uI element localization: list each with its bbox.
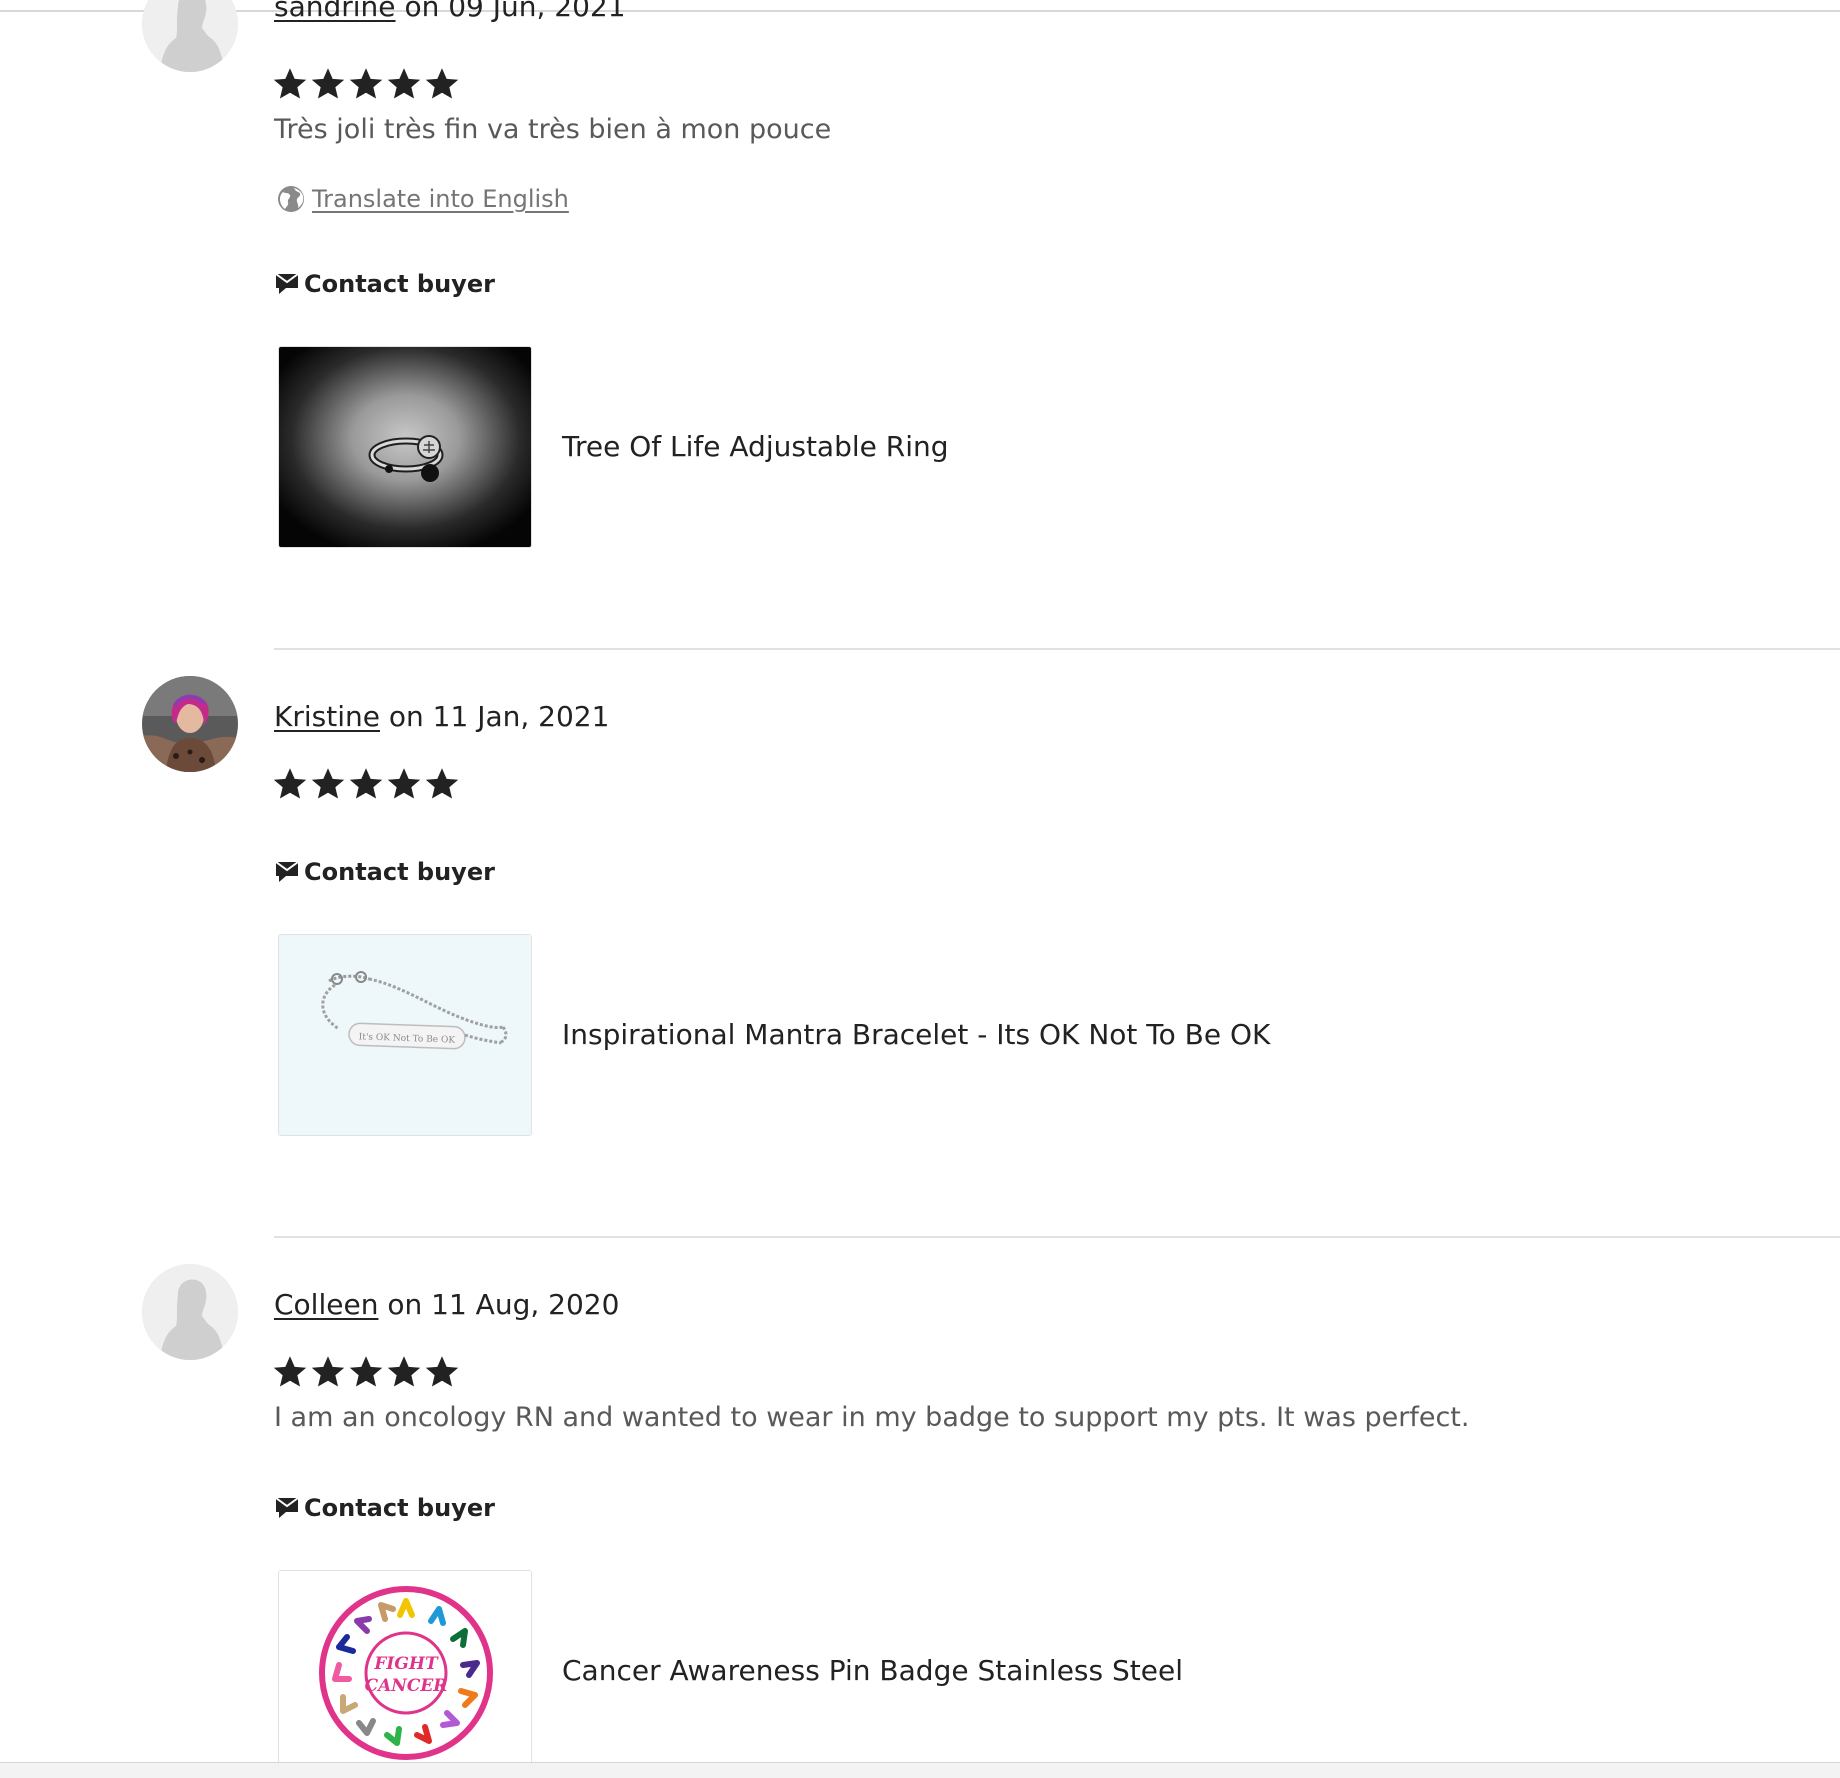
review-date: on 11 Jan, 2021 xyxy=(388,700,610,733)
default-avatar-icon xyxy=(142,0,238,72)
star-icon xyxy=(349,1356,383,1387)
star-icon xyxy=(311,68,345,99)
reviewer-avatar[interactable] xyxy=(142,676,238,772)
translate-control[interactable]: Translate into English xyxy=(276,184,569,214)
product-thumbnail[interactable]: FIGHT CANCER xyxy=(278,1570,532,1772)
review-divider xyxy=(274,648,1840,650)
cancer-badge-image: FIGHT CANCER xyxy=(279,1571,531,1771)
contact-buyer-button[interactable]: Contact buyer xyxy=(274,1494,495,1522)
badge-text-line-1: FIGHT xyxy=(373,1654,439,1674)
star-icon xyxy=(273,768,307,799)
star-icon xyxy=(311,1356,345,1387)
review-byline: Colleen on 11 Aug, 2020 xyxy=(274,1288,619,1321)
product-thumbnail[interactable] xyxy=(278,346,532,548)
star-icon xyxy=(349,68,383,99)
reviewer-name-link[interactable]: Colleen xyxy=(274,1288,378,1321)
contact-buyer-button[interactable]: Contact buyer xyxy=(274,858,495,886)
star-icon xyxy=(387,68,421,99)
review-byline: Kristine on 11 Jan, 2021 xyxy=(274,700,609,733)
message-icon xyxy=(275,861,299,882)
message-icon xyxy=(275,1497,299,1518)
ring-image xyxy=(279,347,531,547)
translate-link[interactable]: Translate into English xyxy=(312,185,569,213)
star-icon xyxy=(387,1356,421,1387)
product-title-link[interactable]: Cancer Awareness Pin Badge Stainless Ste… xyxy=(562,1654,1183,1687)
reviewer-photo xyxy=(142,676,238,772)
star-icon xyxy=(387,768,421,799)
reviewer-name-link[interactable]: Kristine xyxy=(274,700,380,733)
bottom-scroll-edge xyxy=(0,1762,1840,1778)
reviewer-avatar[interactable] xyxy=(142,1264,238,1360)
star-icon xyxy=(425,1356,459,1387)
contact-buyer-button[interactable]: Contact buyer xyxy=(274,270,495,298)
globe-icon xyxy=(278,186,304,212)
contact-buyer-label: Contact buyer xyxy=(304,858,495,886)
contact-buyer-label: Contact buyer xyxy=(304,1494,495,1522)
product-title-link[interactable]: Tree Of Life Adjustable Ring xyxy=(562,430,949,463)
star-icon xyxy=(425,768,459,799)
star-rating xyxy=(272,1354,460,1390)
product-thumbnail[interactable]: It's OK Not To Be OK xyxy=(278,934,532,1136)
bracelet-image: It's OK Not To Be OK xyxy=(279,935,531,1135)
review-date: on 09 Jun, 2021 xyxy=(404,0,626,23)
contact-buyer-label: Contact buyer xyxy=(304,270,495,298)
reviewer-name-link[interactable]: sandrine xyxy=(274,0,396,23)
badge-text-line-2: CANCER xyxy=(365,1676,448,1696)
star-icon xyxy=(311,768,345,799)
star-rating xyxy=(272,66,460,102)
reviews-page: sandrine on 09 Jun, 2021 Très joli très … xyxy=(0,0,1840,1778)
review-text: Très joli très fin va très bien à mon po… xyxy=(274,114,832,145)
star-icon xyxy=(349,768,383,799)
star-rating xyxy=(272,766,460,802)
star-icon xyxy=(273,1356,307,1387)
message-icon xyxy=(275,273,299,294)
review-text: I am an oncology RN and wanted to wear i… xyxy=(274,1402,1470,1433)
default-avatar-icon xyxy=(142,1264,238,1360)
review-date: on 11 Aug, 2020 xyxy=(387,1288,620,1321)
product-title-link[interactable]: Inspirational Mantra Bracelet - Its OK N… xyxy=(562,1018,1270,1051)
star-icon xyxy=(425,68,459,99)
reviewer-avatar[interactable] xyxy=(142,0,238,72)
review-divider xyxy=(274,1236,1840,1238)
star-icon xyxy=(273,68,307,99)
review-byline: sandrine on 09 Jun, 2021 xyxy=(274,0,626,23)
